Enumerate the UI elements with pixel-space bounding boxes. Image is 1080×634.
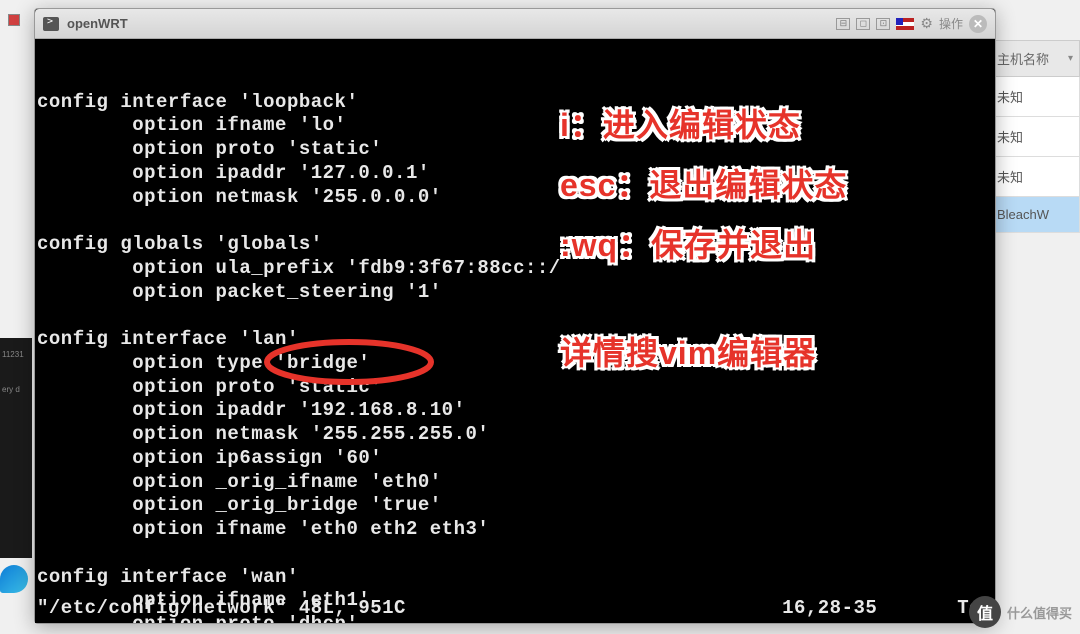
terminal-icon — [43, 17, 59, 31]
annotation-text-i: i：进入编辑状态 — [560, 100, 801, 146]
window-controls: ⊟ ◻ ⊡ ⚙ 操作 ✕ — [836, 15, 987, 33]
edge-browser-icon[interactable] — [0, 565, 28, 593]
status-filename: "/etc/config/network" 48L, 951C — [37, 597, 782, 621]
red-circle-annotation — [260, 335, 438, 389]
hostname-cell: 未知 — [997, 90, 1023, 105]
table-row[interactable]: BleachW — [990, 197, 1080, 233]
hostname-cell: 未知 — [997, 170, 1023, 185]
us-flag-icon[interactable] — [896, 18, 914, 30]
window-title: openWRT — [67, 16, 828, 31]
table-row[interactable]: 未知 — [990, 157, 1080, 197]
vim-status-line: "/etc/config/network" 48L, 951C 16,28-35… — [37, 597, 993, 621]
hostname-cell: BleachW — [997, 207, 1049, 222]
operations-label[interactable]: 操作 — [939, 15, 963, 32]
window-control-icon[interactable]: ⊟ — [836, 18, 850, 30]
recording-indicator-icon — [8, 14, 20, 26]
annotation-text-vim: 详情搜vim编辑器 — [560, 328, 816, 374]
watermark-text: 什么值得买 — [1007, 603, 1072, 622]
window-control-icon[interactable]: ⊡ — [876, 18, 890, 30]
table-row[interactable]: 未知 — [990, 77, 1080, 117]
terminal-content[interactable]: config interface 'loopback' option ifnam… — [35, 39, 995, 623]
bg-text-1: 11231 — [2, 350, 24, 359]
header-label: 主机名称 — [997, 49, 1049, 68]
annotation-text-wq: :wq：保存并退出 — [560, 220, 816, 266]
table-row[interactable]: 未知 — [990, 117, 1080, 157]
window-control-icon[interactable]: ◻ — [856, 18, 870, 30]
vim-editor-text: config interface 'loopback' option ifnam… — [37, 91, 993, 624]
watermark: 值 什么值得买 — [969, 596, 1072, 628]
annotation-text-esc: esc：退出编辑状态 — [560, 160, 847, 206]
terminal-window: openWRT ⊟ ◻ ⊡ ⚙ 操作 ✕ config interface 'l… — [34, 8, 996, 624]
hostname-cell: 未知 — [997, 130, 1023, 145]
close-button[interactable]: ✕ — [969, 15, 987, 33]
background-dark-strip — [0, 338, 32, 558]
window-titlebar[interactable]: openWRT ⊟ ◻ ⊡ ⚙ 操作 ✕ — [35, 9, 995, 39]
watermark-icon: 值 — [969, 596, 1001, 628]
gear-icon[interactable]: ⚙ — [920, 15, 933, 32]
status-cursor-position: 16,28-35 — [782, 597, 877, 621]
chevron-down-icon: ▾ — [1068, 53, 1073, 64]
table-header-hostname[interactable]: 主机名称 ▾ — [990, 40, 1080, 77]
background-host-table: 主机名称 ▾ 未知 未知 未知 BleachW — [990, 40, 1080, 233]
bg-text-2: ery d — [2, 385, 20, 394]
